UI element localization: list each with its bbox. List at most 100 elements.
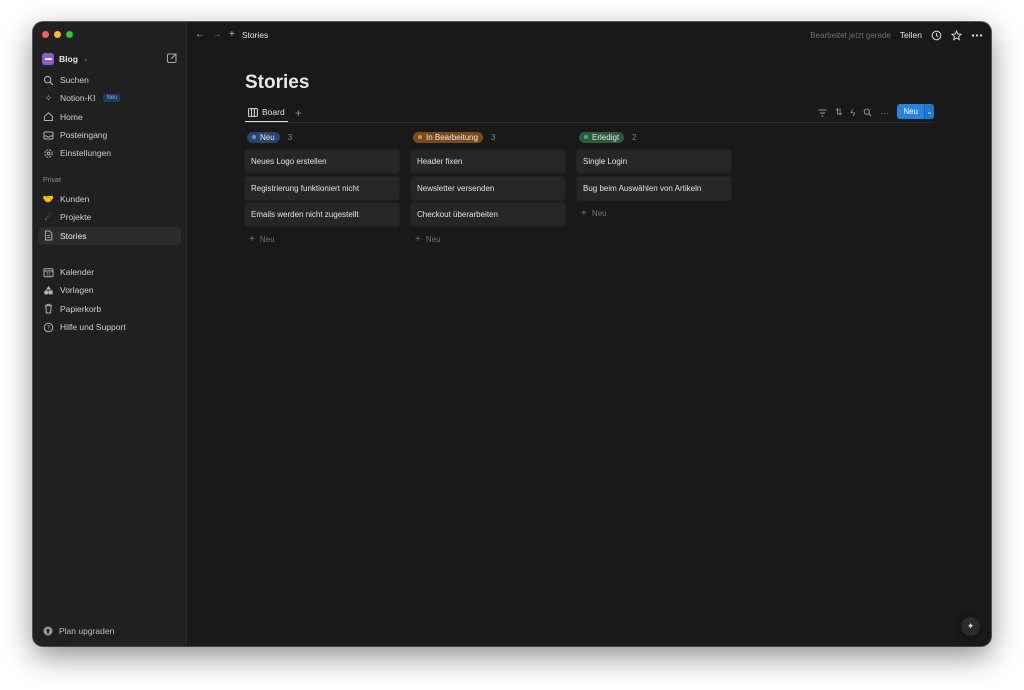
board-card[interactable]: Neues Logo erstellen [245,150,399,173]
sidebar-item-notion-ai[interactable]: ✧ Notion-KI Neu [38,89,181,107]
board-card[interactable]: Registrierung funktioniert nicht [245,176,399,200]
sidebar-item-label: Papierkorb [60,303,102,314]
sort-icon[interactable]: ⇅ [835,107,843,118]
share-button[interactable]: Teilen [900,30,922,40]
close-window-button[interactable] [42,31,49,38]
sidebar-item-label: Hilfe und Support [60,322,126,333]
workspace-switcher[interactable]: Blog ⌄ [42,51,178,67]
calendar-icon: 31 [43,267,54,277]
zoom-window-button[interactable] [66,31,73,38]
board-column-neu: Neu 3 Neues Logo erstellen Registrierung… [245,130,399,250]
status-label: Erledigt [592,132,620,142]
status-pill[interactable]: Neu [247,131,280,143]
sidebar-item-search[interactable]: Suchen [38,71,181,89]
plus-icon: + [249,234,255,246]
tab-board[interactable]: Board [245,103,288,122]
page-title[interactable]: Stories [245,72,309,94]
sidebar-item-label: Posteingang [60,130,108,141]
new-page-icon[interactable] [166,52,178,64]
minimize-window-button[interactable] [54,31,61,38]
sidebar-item-help[interactable]: ? Hilfe und Support [38,318,181,336]
board-column-erledigt: Erledigt 2 Single Login Bug beim Auswähl… [577,130,731,250]
sidebar-pages: 🤝 Kunden ☄ Projekte Stories [38,190,181,245]
workspace-logo-icon [42,53,54,65]
sidebar-item-settings[interactable]: Einstellungen [38,144,181,162]
board-card[interactable]: Emails werden nicht zugestellt [245,203,399,227]
sidebar-item-stories[interactable]: Stories [38,226,181,245]
view-toolbar: ⇅ ϟ ··· Neu ⌄ [818,104,934,121]
more-options-icon[interactable] [971,30,983,41]
window-controls [42,31,73,38]
column-count: 3 [491,132,496,142]
more-options-icon[interactable]: ··· [880,108,889,118]
sidebar-item-inbox[interactable]: Posteingang [38,126,181,144]
app-window: Blog ⌄ Suchen ✧ Notion-KI Neu Home Poste… [33,22,991,646]
add-card-label: Neu [591,208,607,218]
home-icon [44,112,53,122]
sidebar-item-home[interactable]: Home [38,108,181,126]
new-badge: Neu [103,94,121,103]
status-pill[interactable]: In Bearbeitung [413,131,484,143]
section-label-private[interactable]: Privat [43,177,61,184]
inbox-icon [43,131,54,140]
forward-arrow-icon[interactable]: → [212,30,222,40]
sidebar-item-label: Home [60,111,83,122]
templates-icon [44,285,53,295]
sidebar: Blog ⌄ Suchen ✧ Notion-KI Neu Home Poste… [33,22,187,646]
column-count: 2 [632,132,637,142]
workspace-name: Blog [59,54,78,64]
gear-icon [44,149,53,158]
sidebar-item-templates[interactable]: Vorlagen [38,281,181,299]
board-card[interactable]: Bug beim Auswählen von Artikeln [577,176,731,200]
add-card-label: Neu [425,235,441,245]
sidebar-item-label: Stories [60,230,87,241]
status-dot-icon [584,135,588,139]
sidebar-item-kunden[interactable]: 🤝 Kunden [38,190,181,208]
new-item-button-label: Neu [897,104,924,119]
tab-board-label: Board [262,107,285,117]
board-card[interactable]: Header fixen [411,150,565,173]
add-page-icon[interactable]: + [229,30,235,40]
sidebar-item-label: Suchen [60,75,89,86]
add-card-button[interactable]: + Neu [577,203,731,223]
svg-text:31: 31 [46,271,52,276]
handshake-emoji-icon: 🤝 [42,193,55,204]
sidebar-item-calendar[interactable]: 31 Kalender [38,263,181,281]
board-card[interactable]: Single Login [577,150,731,173]
add-card-button[interactable]: + Neu [411,230,565,250]
chevron-down-icon[interactable]: ⌄ [924,104,934,119]
sidebar-item-label: Notion-KI [60,93,96,104]
back-arrow-icon[interactable]: ← [195,30,205,40]
sidebar-item-projekte[interactable]: ☄ Projekte [38,208,181,226]
chevron-down-icon: ⌄ [82,56,89,63]
new-item-button[interactable]: Neu ⌄ [897,104,934,119]
sparkle-icon: ✧ [44,92,53,103]
board-card[interactable]: Checkout überarbeiten [411,203,565,227]
upgrade-icon [43,626,53,636]
last-edited-status: Bearbeitet jetzt gerade [810,30,891,40]
history-clock-icon[interactable] [931,30,942,41]
board-view-icon [248,107,258,117]
breadcrumb-title[interactable]: Stories [242,30,268,40]
automation-bolt-icon[interactable]: ϟ [851,108,856,118]
favorite-star-icon[interactable] [951,29,962,41]
search-icon[interactable] [863,108,872,117]
filter-icon[interactable] [818,109,827,117]
upgrade-plan-button[interactable]: Plan upgraden [43,626,114,636]
upgrade-label: Plan upgraden [59,626,115,636]
notion-ai-sparkle-icon[interactable]: ✦ [961,617,980,636]
view-bar: Board + ⇅ ϟ ··· Neu ⌄ [245,103,934,123]
add-view-icon[interactable]: + [295,106,302,120]
add-card-label: Neu [259,235,275,245]
status-label: Neu [260,132,275,142]
board-card[interactable]: Newsletter versenden [411,176,565,200]
search-icon [43,75,54,86]
status-pill[interactable]: Erledigt [579,131,625,143]
sidebar-nav-bottom: 31 Kalender Vorlagen Papierkorb ? Hilfe … [38,263,181,336]
status-dot-icon [418,135,422,139]
sidebar-item-trash[interactable]: Papierkorb [38,300,181,318]
plus-icon: + [415,234,421,246]
plus-icon: + [581,207,587,219]
sidebar-nav-top: Suchen ✧ Notion-KI Neu Home Posteingang … [38,71,181,162]
add-card-button[interactable]: + Neu [245,230,399,250]
